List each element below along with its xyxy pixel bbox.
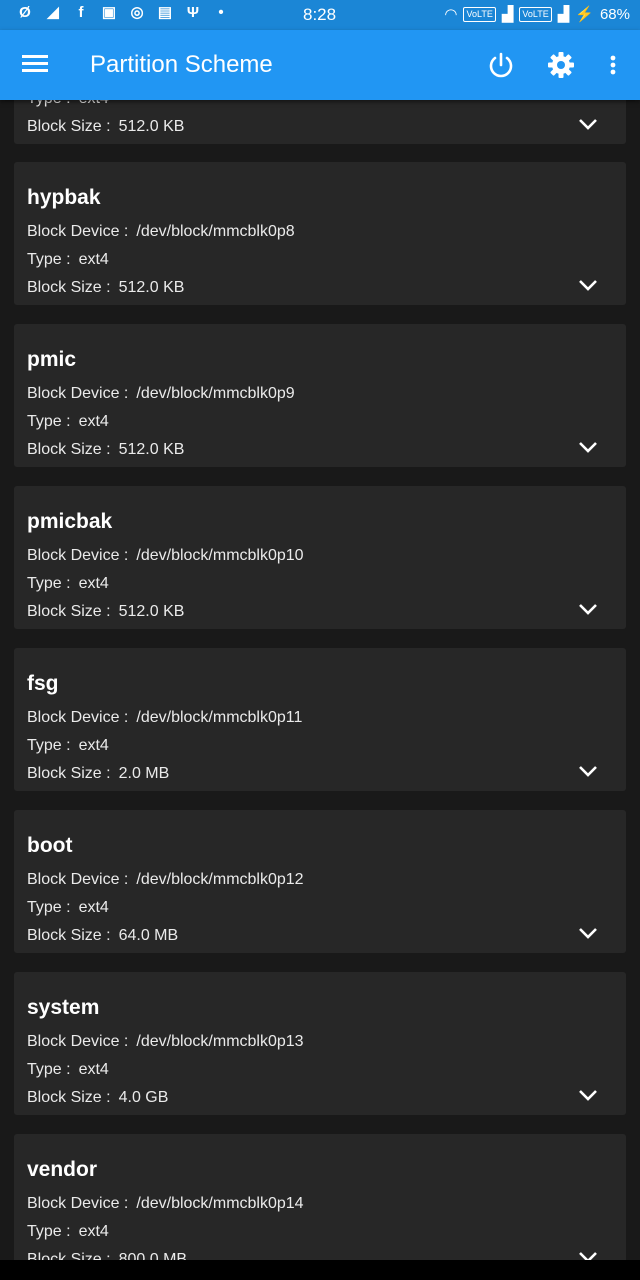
app-bar: Partition Scheme (0, 30, 640, 100)
type-row: Type :ext4 (27, 100, 109, 108)
charging-icon: ⚡ (575, 6, 594, 23)
partition-card[interactable]: system Block Device :/dev/block/mmcblk0p… (14, 972, 626, 1115)
partition-card[interactable]: fsg Block Device :/dev/block/mmcblk0p11 … (14, 648, 626, 791)
power-icon[interactable] (484, 48, 518, 82)
type-row: Type :ext4 (27, 1223, 109, 1240)
type-row: Type :ext4 (27, 737, 109, 754)
block-device-row: Block Device :/dev/block/mmcblk0p10 (27, 547, 304, 564)
block-size-row: Block Size :4.0 GB (27, 1089, 169, 1106)
page-title: Partition Scheme (90, 51, 273, 78)
chevron-down-icon[interactable] (578, 278, 598, 292)
block-size-row: Block Size :512.0 KB (27, 118, 185, 135)
status-bar: Ø ◢ f ▣ ◎ ▤ Ψ • 8:28 ◠ VoLTE ▟ VoLTE ▟ ⚡… (0, 0, 640, 30)
type-row: Type :ext4 (27, 413, 109, 430)
partition-name: system (27, 996, 100, 1019)
type-row: Type :ext4 (27, 251, 109, 268)
chevron-down-icon[interactable] (578, 1250, 598, 1260)
volte-badge-2: VoLTE (519, 6, 552, 22)
partition-card[interactable]: boot Block Device :/dev/block/mmcblk0p12… (14, 810, 626, 953)
settings-icon[interactable] (544, 48, 578, 82)
partition-name: pmicbak (27, 510, 113, 533)
partition-card-partial[interactable]: Type :ext4 Block Size :512.0 KB (14, 100, 626, 144)
block-device-row: Block Device :/dev/block/mmcblk0p14 (27, 1195, 304, 1212)
navigation-bar (0, 1260, 640, 1280)
clock: 8:28 (303, 5, 337, 24)
block-device-row: Block Device :/dev/block/mmcblk0p8 (27, 223, 295, 240)
chevron-down-icon[interactable] (578, 117, 598, 131)
block-device-row: Block Device :/dev/block/mmcblk0p11 (27, 709, 303, 726)
type-row: Type :ext4 (27, 1061, 109, 1078)
chevron-down-icon[interactable] (578, 1088, 598, 1102)
partition-card[interactable]: hypbak Block Device :/dev/block/mmcblk0p… (14, 162, 626, 305)
partition-name: boot (27, 834, 73, 857)
block-size-row: Block Size :512.0 KB (27, 603, 185, 620)
partition-name: pmic (27, 348, 77, 371)
notification-icons: Ø ◢ f ▣ ◎ ▤ Ψ • (16, 4, 230, 22)
system-icons: ◠ VoLTE ▟ VoLTE ▟ ⚡ 68% (444, 5, 630, 24)
menu-icon[interactable] (18, 52, 52, 78)
partition-name: hypbak (27, 186, 101, 209)
block-size-row: Block Size :512.0 KB (27, 441, 185, 458)
block-size-row: Block Size :512.0 KB (27, 279, 185, 296)
whatsapp-icon: ◎ (130, 4, 144, 21)
dot-icon: • (218, 4, 224, 21)
signal-icon-2: ▟ (557, 6, 570, 23)
signal-icon: ▟ (501, 6, 514, 23)
battery-level: 68% (599, 5, 630, 23)
block-size-row: Block Size :2.0 MB (27, 765, 170, 782)
partition-card[interactable]: vendor Block Device :/dev/block/mmcblk0p… (14, 1134, 626, 1260)
block-size-row: Block Size :800.0 MB (27, 1251, 188, 1260)
chevron-down-icon[interactable] (578, 926, 598, 940)
no-sim-icon: Ø (19, 4, 31, 21)
block-size-row: Block Size :64.0 MB (27, 927, 179, 944)
usb-icon: Ψ (186, 4, 200, 21)
gallery-icon: ▣ (101, 4, 117, 21)
partition-card[interactable]: pmic Block Device :/dev/block/mmcblk0p9 … (14, 324, 626, 467)
type-row: Type :ext4 (27, 899, 109, 916)
chevron-down-icon[interactable] (578, 440, 598, 454)
block-device-row: Block Device :/dev/block/mmcblk0p12 (27, 871, 304, 888)
telegram-icon: ◢ (47, 4, 59, 21)
partition-name: vendor (27, 1158, 98, 1181)
block-device-row: Block Device :/dev/block/mmcblk0p13 (27, 1033, 304, 1050)
more-vert-icon[interactable] (598, 48, 628, 82)
chevron-down-icon[interactable] (578, 602, 598, 616)
partition-list[interactable]: Type :ext4 Block Size :512.0 KB hypbak B… (0, 100, 640, 1260)
partition-name: fsg (27, 672, 59, 695)
block-device-row: Block Device :/dev/block/mmcblk0p9 (27, 385, 295, 402)
wifi-icon: ◠ (444, 6, 458, 23)
facebook-icon: f (78, 4, 84, 21)
download-icon: ▤ (157, 4, 173, 21)
partition-card[interactable]: pmicbak Block Device :/dev/block/mmcblk0… (14, 486, 626, 629)
volte-badge: VoLTE (463, 6, 496, 22)
type-row: Type :ext4 (27, 575, 109, 592)
chevron-down-icon[interactable] (578, 764, 598, 778)
